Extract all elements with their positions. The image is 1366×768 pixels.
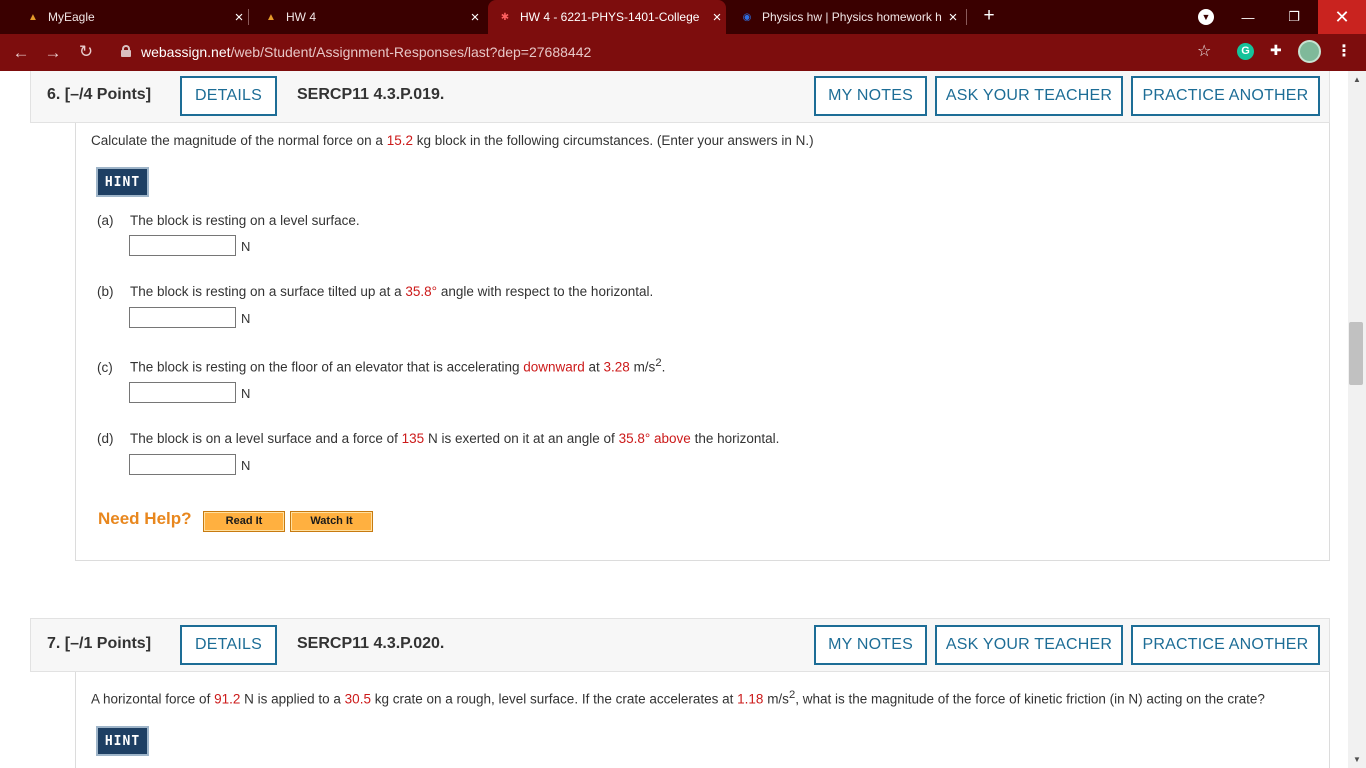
- close-tab-icon[interactable]: ×: [230, 9, 248, 26]
- part-a-answer-input[interactable]: [129, 235, 236, 256]
- details-button[interactable]: DETAILS: [180, 625, 277, 665]
- scroll-down-arrow-icon[interactable]: ▼: [1349, 755, 1365, 764]
- question-prompt: A horizontal force of 91.2 N is applied …: [91, 689, 1265, 707]
- bookmark-star-icon[interactable]: ☆: [1197, 41, 1211, 61]
- need-help-label: Need Help?: [98, 509, 192, 528]
- globe-favicon-icon: ◉: [742, 11, 752, 23]
- tab-title: MyEagle: [48, 10, 95, 24]
- tab-separator: [966, 9, 967, 25]
- unit-label: N: [241, 386, 251, 401]
- unit-label: N: [241, 458, 251, 473]
- tab-webassign[interactable]: ✱ HW 4 - 6221-PHYS-1401-College ×: [488, 0, 726, 34]
- question-code: SERCP11 4.3.P.020.: [297, 635, 445, 652]
- tab-physics-hw[interactable]: ◉ Physics hw | Physics homework h ×: [734, 0, 962, 34]
- question-number: 7. [–/1 Points]: [47, 635, 152, 652]
- unit-label: N: [241, 239, 251, 254]
- close-tab-icon[interactable]: ×: [466, 9, 484, 26]
- ask-your-teacher-button[interactable]: ASK YOUR TEACHER: [935, 625, 1123, 665]
- new-tab-icon[interactable]: +: [978, 5, 1000, 27]
- tab-search-icon[interactable]: ▼: [1198, 9, 1214, 25]
- close-tab-icon[interactable]: ×: [708, 9, 726, 26]
- tab-title: HW 4 - 6221-PHYS-1401-College: [520, 10, 700, 24]
- question-number: 6. [–/4 Points]: [47, 86, 152, 103]
- scroll-up-arrow-icon[interactable]: ▲: [1349, 75, 1365, 84]
- details-button[interactable]: DETAILS: [180, 76, 277, 116]
- my-notes-button[interactable]: MY NOTES: [814, 76, 927, 116]
- close-window-icon[interactable]: ✕: [1318, 0, 1366, 34]
- browser-menu-icon[interactable]: ⋮: [1336, 41, 1352, 61]
- scrollbar-thumb[interactable]: [1349, 322, 1363, 385]
- forward-arrow-icon[interactable]: →: [42, 42, 64, 64]
- tab-myeagle[interactable]: ▲ MyEagle ×: [20, 0, 248, 34]
- profile-avatar[interactable]: [1298, 40, 1321, 63]
- my-notes-button[interactable]: MY NOTES: [814, 625, 927, 665]
- unit-label: N: [241, 311, 251, 326]
- minimize-icon[interactable]: —: [1226, 0, 1270, 34]
- eagle-favicon-icon: ▲: [28, 11, 38, 23]
- part-a-text: (a) The block is resting on a level surfa…: [97, 213, 360, 228]
- part-b-answer-input[interactable]: [129, 307, 236, 328]
- question-code: SERCP11 4.3.P.019.: [297, 86, 445, 103]
- watch-it-button[interactable]: Watch It: [290, 511, 373, 532]
- page-scrollbar[interactable]: [1348, 71, 1366, 768]
- page-content: 6. [–/4 Points] DETAILS SERCP11 4.3.P.01…: [0, 71, 1348, 768]
- tab-hw4[interactable]: ▲ HW 4 ×: [258, 0, 484, 34]
- close-tab-icon[interactable]: ×: [944, 9, 962, 26]
- tab-title: Physics hw | Physics homework h: [762, 10, 942, 24]
- eagle-favicon-icon: ▲: [266, 11, 276, 23]
- read-it-button[interactable]: Read It: [203, 511, 285, 532]
- reload-icon[interactable]: ↻: [75, 41, 97, 63]
- restore-icon[interactable]: ❐: [1272, 0, 1316, 34]
- question-7-body: A horizontal force of 91.2 N is applied …: [75, 672, 1330, 768]
- part-d-answer-input[interactable]: [129, 454, 236, 475]
- practice-another-button[interactable]: PRACTICE ANOTHER: [1131, 76, 1320, 116]
- question-6-header: 6. [–/4 Points] DETAILS SERCP11 4.3.P.01…: [30, 71, 1330, 123]
- webassign-favicon-icon: ✱: [500, 11, 510, 23]
- ask-your-teacher-button[interactable]: ASK YOUR TEACHER: [935, 76, 1123, 116]
- tab-strip: ▲ MyEagle × ▲ HW 4 × ✱ HW 4 - 6221-PHYS-…: [0, 0, 1366, 34]
- part-c-answer-input[interactable]: [129, 382, 236, 403]
- question-prompt: Calculate the magnitude of the normal fo…: [91, 133, 814, 148]
- hint-button[interactable]: HINT: [96, 167, 149, 197]
- grammarly-extension-icon[interactable]: G: [1237, 43, 1254, 60]
- tab-title: HW 4: [286, 10, 316, 24]
- question-7-header: 7. [–/1 Points] DETAILS SERCP11 4.3.P.02…: [30, 618, 1330, 672]
- back-arrow-icon[interactable]: ←: [10, 42, 32, 64]
- part-c-text: (c) The block is resting on the floor of …: [97, 357, 666, 375]
- practice-another-button[interactable]: PRACTICE ANOTHER: [1131, 625, 1320, 665]
- question-6-body: Calculate the magnitude of the normal fo…: [75, 123, 1330, 561]
- extensions-puzzle-icon[interactable]: ✚: [1270, 42, 1282, 59]
- tab-separator: [248, 9, 249, 25]
- part-d-text: (d) The block is on a level surface and a…: [97, 431, 780, 446]
- lock-icon[interactable]: [121, 45, 131, 57]
- hint-button[interactable]: HINT: [96, 726, 149, 756]
- url-text[interactable]: webassign.net/web/Student/Assignment-Res…: [141, 44, 591, 60]
- part-b-text: (b) The block is resting on a surface til…: [97, 284, 654, 299]
